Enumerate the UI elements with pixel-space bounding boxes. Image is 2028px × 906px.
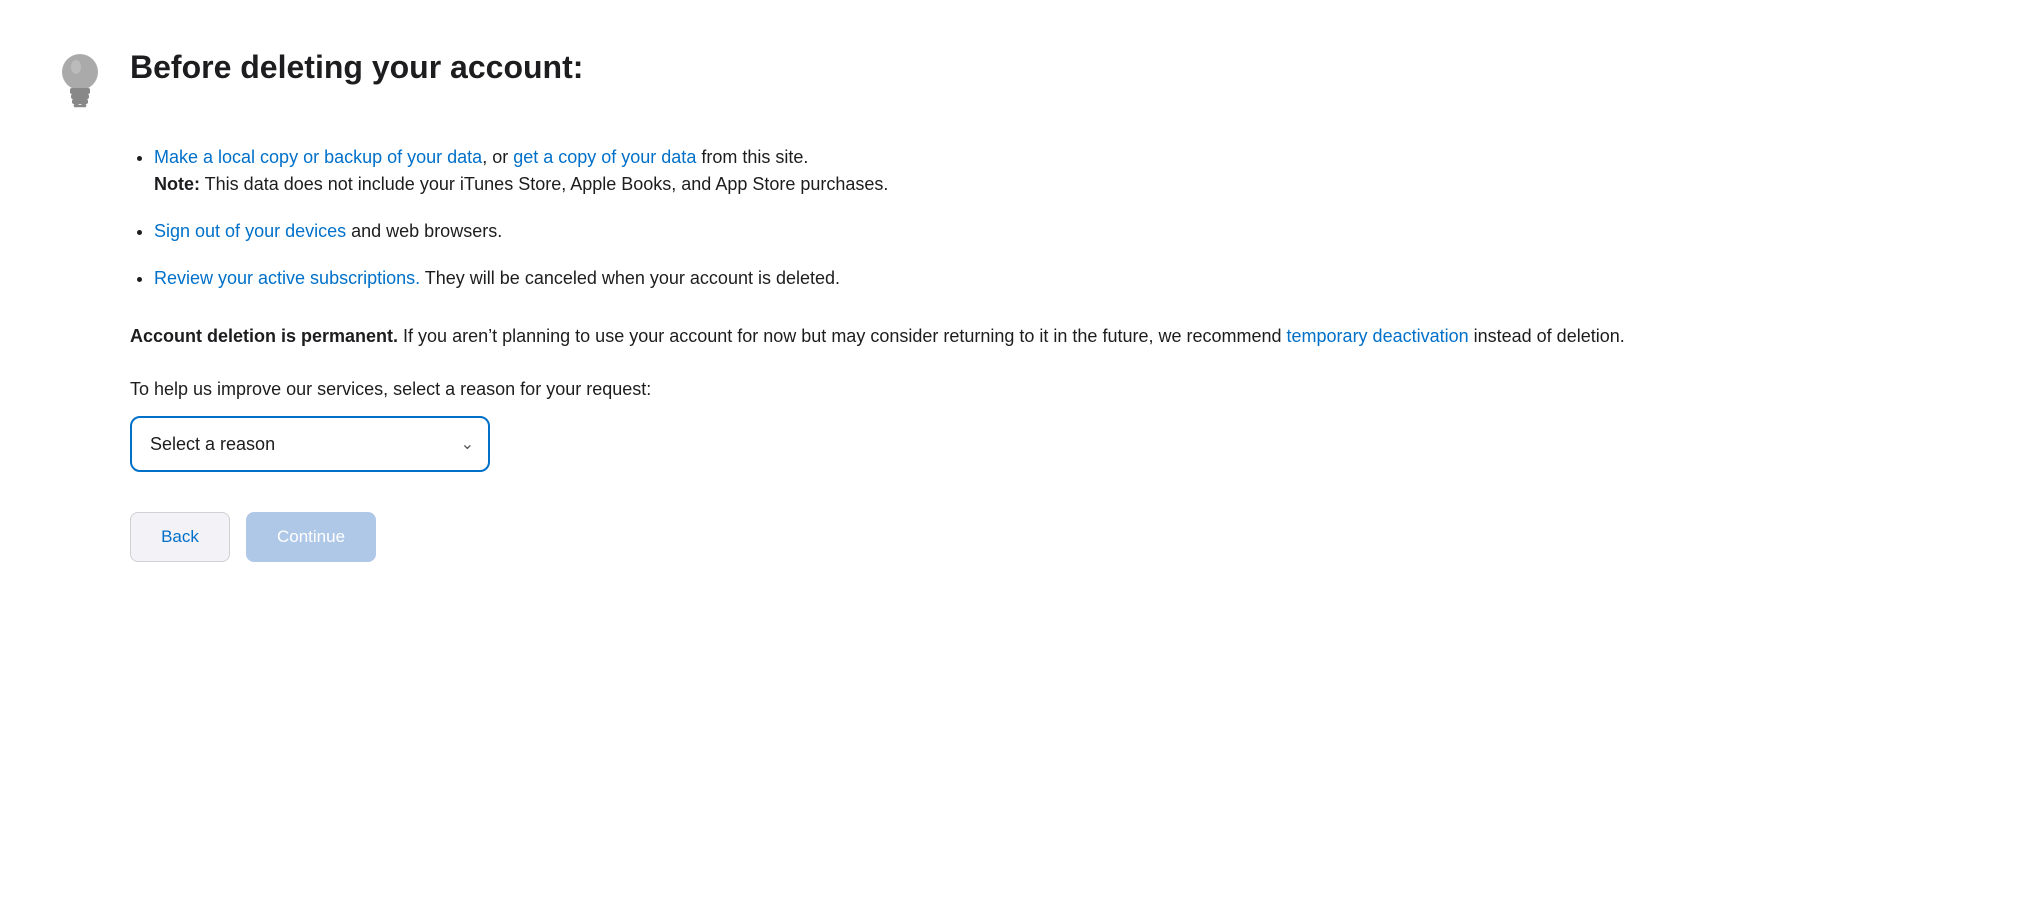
permanent-section: Account deletion is permanent. If you ar… xyxy=(130,322,1978,351)
subscriptions-link[interactable]: Review your active subscriptions. xyxy=(154,268,420,288)
page-title: Before deleting your account: xyxy=(130,48,583,86)
deactivation-link[interactable]: temporary deactivation xyxy=(1287,326,1469,346)
suffix-3: They will be canceled when your account … xyxy=(420,268,840,288)
list-item-signout: Sign out of your devices and web browser… xyxy=(154,218,1978,245)
permanent-body: If you aren’t planning to use your accou… xyxy=(398,326,1286,346)
content-section: Make a local copy or backup of your data… xyxy=(50,144,1978,562)
lightbulb-icon xyxy=(50,44,110,114)
continue-button[interactable]: Continue xyxy=(246,512,376,562)
copy-link[interactable]: get a copy of your data xyxy=(513,147,696,167)
permanent-suffix: instead of deletion. xyxy=(1469,326,1625,346)
header-section: Before deleting your account: xyxy=(50,40,1978,114)
button-section: Back Continue xyxy=(130,512,1978,562)
permanent-bold: Account deletion is permanent. xyxy=(130,326,398,346)
bullet-list: Make a local copy or backup of your data… xyxy=(130,144,1978,292)
reason-select-wrapper: Select a reason I have a privacy concern… xyxy=(130,416,490,472)
suffix-2: and web browsers. xyxy=(346,221,502,241)
separator-1: , or xyxy=(482,147,513,167)
note-text: This data does not include your iTunes S… xyxy=(200,174,888,194)
back-button[interactable]: Back xyxy=(130,512,230,562)
backup-link[interactable]: Make a local copy or backup of your data xyxy=(154,147,482,167)
reason-section: To help us improve our services, select … xyxy=(130,379,1978,472)
list-item-subscriptions: Review your active subscriptions. They w… xyxy=(154,265,1978,292)
list-item-backup: Make a local copy or backup of your data… xyxy=(154,144,1978,198)
note-label: Note: xyxy=(154,174,200,194)
suffix-1: from this site. xyxy=(696,147,808,167)
signout-link[interactable]: Sign out of your devices xyxy=(154,221,346,241)
reason-select[interactable]: Select a reason I have a privacy concern… xyxy=(130,416,490,472)
reason-label: To help us improve our services, select … xyxy=(130,379,1978,400)
